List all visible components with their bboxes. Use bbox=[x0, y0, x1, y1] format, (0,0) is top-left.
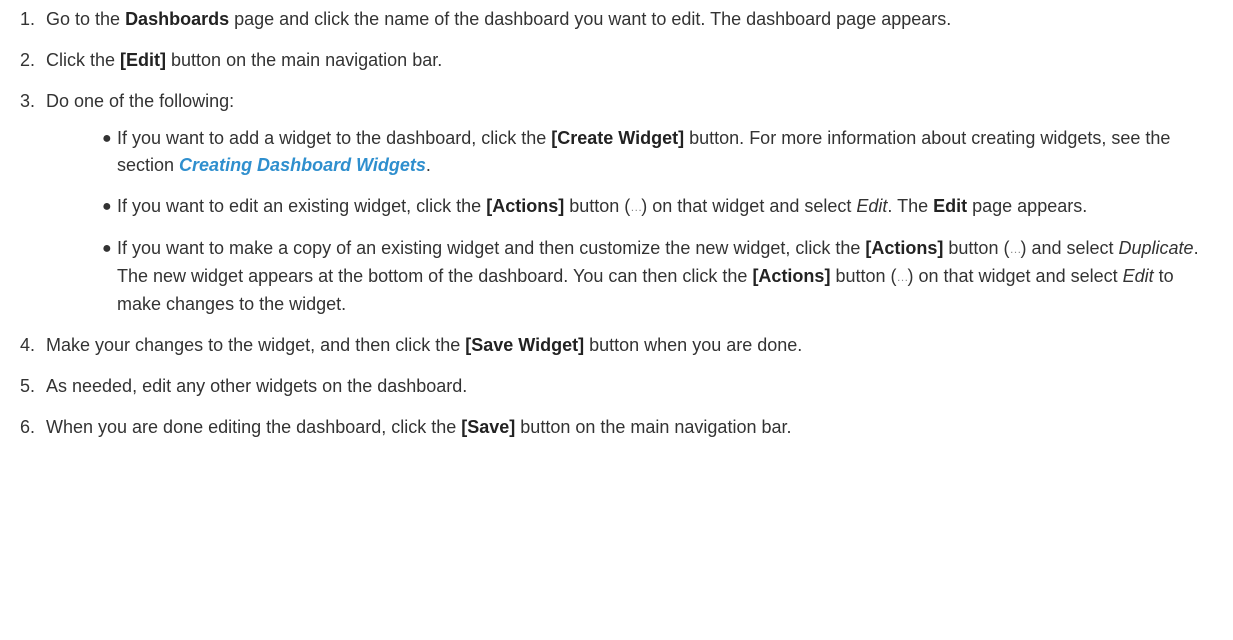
step-text: Click the bbox=[46, 50, 121, 70]
step-number: 4. bbox=[20, 335, 36, 355]
step-number: 6. bbox=[20, 417, 36, 437]
option-create-widget: ● If you want to add a widget to the das… bbox=[46, 125, 1213, 179]
option-text: button ( bbox=[830, 266, 897, 286]
step-number: 5. bbox=[20, 376, 36, 396]
option-duplicate-widget: ● If you want to make a copy of an exist… bbox=[46, 235, 1213, 318]
step-text: button when you are done. bbox=[584, 335, 803, 355]
options-list: ● If you want to add a widget to the das… bbox=[46, 125, 1213, 318]
bullet-icon: ● bbox=[102, 130, 112, 147]
save-button-label: [Save] bbox=[461, 417, 516, 437]
step-text: Go to the bbox=[46, 9, 126, 29]
actions-button-label: [Actions] bbox=[865, 238, 944, 258]
ellipsis-icon: … bbox=[1009, 242, 1021, 256]
bullet-icon: ● bbox=[102, 240, 112, 257]
edit-menu-item-label: Edit bbox=[856, 196, 888, 216]
edit-menu-item-label: Edit bbox=[1122, 266, 1154, 286]
option-text: . The bbox=[887, 196, 934, 216]
step-text: button on the main navigation bar. bbox=[515, 417, 792, 437]
step-number: 3. bbox=[20, 91, 36, 111]
option-text: . bbox=[425, 155, 431, 175]
option-text: If you want to add a widget to the dashb… bbox=[117, 128, 552, 148]
option-text: button ( bbox=[564, 196, 631, 216]
step-1: 1. Go to the Dashboards page and click t… bbox=[20, 6, 1213, 33]
create-widget-button-label: [Create Widget] bbox=[551, 128, 685, 148]
step-3: 3. Do one of the following: ● If you wan… bbox=[20, 88, 1213, 318]
bullet-icon: ● bbox=[102, 198, 112, 215]
step-4: 4. Make your changes to the widget, and … bbox=[20, 332, 1213, 359]
step-6: 6. When you are done editing the dashboa… bbox=[20, 414, 1213, 441]
option-text: If you want to edit an existing widget, … bbox=[117, 196, 487, 216]
duplicate-menu-item-label: Duplicate bbox=[1118, 238, 1194, 258]
step-5: 5. As needed, edit any other widgets on … bbox=[20, 373, 1213, 400]
save-widget-button-label: [Save Widget] bbox=[465, 335, 585, 355]
step-text: As needed, edit any other widgets on the… bbox=[46, 376, 468, 396]
creating-dashboard-widgets-link[interactable]: Creating Dashboard Widgets bbox=[179, 155, 426, 175]
option-text: If you want to make a copy of an existin… bbox=[117, 238, 866, 258]
document-body: 1. Go to the Dashboards page and click t… bbox=[0, 0, 1233, 441]
option-text: ) on that widget and select bbox=[641, 196, 857, 216]
ellipsis-icon: … bbox=[630, 200, 642, 214]
step-number: 1. bbox=[20, 9, 36, 29]
edit-page-label: Edit bbox=[933, 196, 968, 216]
step-text: When you are done editing the dashboard,… bbox=[46, 417, 462, 437]
step-text: Make your changes to the widget, and the… bbox=[46, 335, 466, 355]
step-number: 2. bbox=[20, 50, 36, 70]
edit-button-label: [Edit] bbox=[120, 50, 167, 70]
steps-list: 1. Go to the Dashboards page and click t… bbox=[20, 6, 1213, 441]
actions-button-label: [Actions] bbox=[486, 196, 565, 216]
step-text: page and click the name of the dashboard… bbox=[229, 9, 952, 29]
ellipsis-icon: … bbox=[896, 270, 908, 284]
step-text: button on the main navigation bar. bbox=[166, 50, 443, 70]
option-text: ) and select bbox=[1020, 238, 1119, 258]
step-2: 2. Click the [Edit] button on the main n… bbox=[20, 47, 1213, 74]
actions-button-label: [Actions] bbox=[752, 266, 831, 286]
option-edit-widget: ● If you want to edit an existing widget… bbox=[46, 193, 1213, 221]
option-text: button ( bbox=[943, 238, 1010, 258]
dashboards-page-label: Dashboards bbox=[125, 9, 230, 29]
option-text: page appears. bbox=[967, 196, 1088, 216]
step-text: Do one of the following: bbox=[46, 91, 235, 111]
option-text: ) on that widget and select bbox=[907, 266, 1123, 286]
